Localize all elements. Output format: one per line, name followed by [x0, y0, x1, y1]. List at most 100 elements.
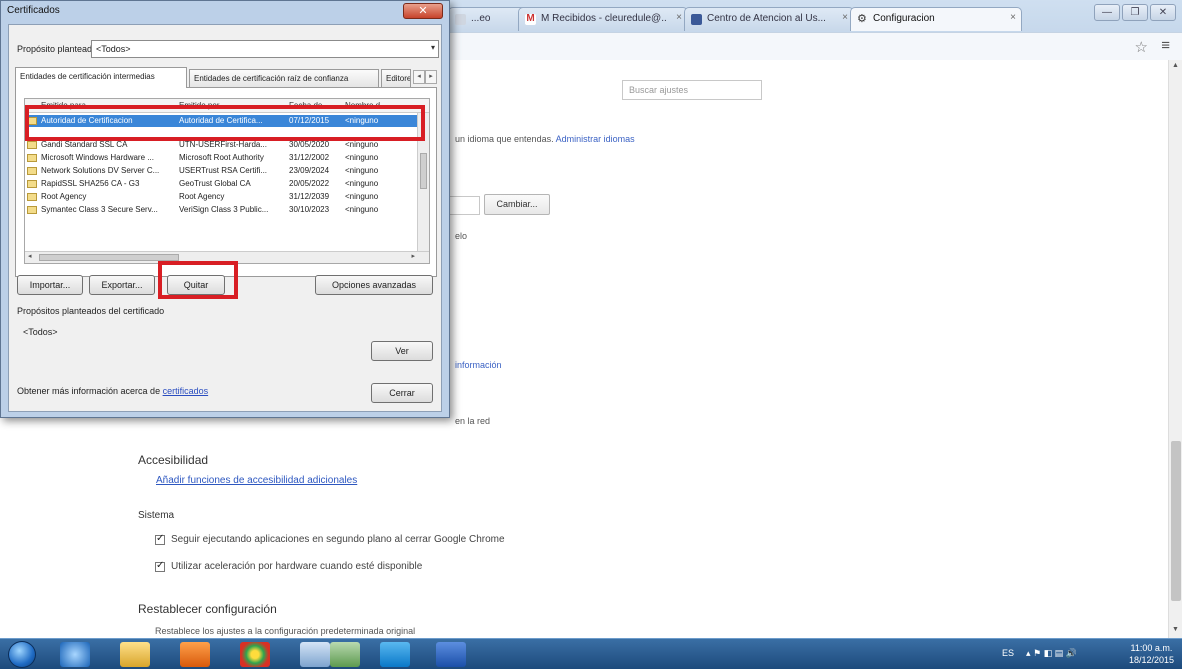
clock-time: 11:00 a.m. — [1130, 643, 1173, 653]
accessibility-link[interactable]: Añadir funciones de accesibilidad adicio… — [156, 475, 357, 486]
purpose-select[interactable]: <Todos> ▾ — [91, 40, 439, 58]
certificate-row[interactable]: Network Solutions DV Server C... USERTru… — [25, 165, 417, 177]
tab-label: Centro de Atencion al Us... — [707, 13, 826, 24]
download-location-field[interactable] — [446, 196, 480, 215]
word-icon[interactable] — [436, 642, 466, 667]
more-info-label: Obtener más información acerca de — [17, 386, 161, 396]
background-apps-option[interactable]: Seguir ejecutando aplicaciones en segund… — [155, 533, 505, 545]
scroll-thumb[interactable] — [420, 153, 427, 189]
change-button[interactable]: Cambiar... — [484, 194, 550, 215]
maximize-button[interactable]: ❐ — [1122, 4, 1148, 21]
tray-icons[interactable]: ▴ ⚑ ◧ ▤ 🔊 — [1026, 648, 1077, 659]
tab-root-authorities[interactable]: Entidades de certificación raíz de confi… — [189, 69, 379, 87]
window-controls: — ❐ ✕ — [1094, 4, 1176, 21]
scroll-down-arrow-icon[interactable]: ▼ — [1172, 626, 1179, 633]
close-window-button[interactable]: ✕ — [1150, 4, 1176, 21]
cert-issued-to: Network Solutions DV Server C... — [41, 166, 160, 175]
page-scrollbar[interactable]: ▲ ▼ — [1168, 60, 1182, 638]
tab-intermediate-authorities[interactable]: Entidades de certificación intermedias — [15, 67, 187, 88]
import-button[interactable]: Importar... — [17, 275, 83, 295]
tab-gmail[interactable]: M M Recibidos - cleuredule@.. × — [518, 7, 688, 31]
advanced-options-button[interactable]: Opciones avanzadas — [315, 275, 433, 295]
dialog-close-button[interactable]: ✕ — [403, 3, 443, 19]
scroll-right-arrow-icon[interactable]: ▸ — [411, 252, 415, 260]
certificate-row[interactable]: Symantec Class 3 Secure Serv... VeriSign… — [25, 204, 417, 216]
gear-icon: ⚙ — [857, 13, 867, 25]
internet-explorer-icon[interactable] — [60, 642, 90, 667]
certificate-icon — [27, 206, 37, 214]
tab-facebook[interactable]: Centro de Atencion al Us... × — [684, 7, 854, 31]
scroll-thumb[interactable] — [39, 254, 179, 261]
close-tab-icon[interactable]: × — [1010, 12, 1016, 23]
checkbox-checked-icon[interactable] — [155, 533, 165, 545]
skype-icon[interactable] — [380, 642, 410, 667]
tab-scroll-right-icon[interactable]: ▸ — [425, 70, 437, 84]
close-button[interactable]: Cerrar — [371, 383, 433, 403]
certificates-dialog: Certificados ✕ Propósito planteado: <Tod… — [0, 0, 450, 418]
scroll-up-arrow-icon[interactable]: ▲ — [1172, 62, 1179, 69]
checkbox-checked-icon[interactable] — [155, 560, 165, 572]
cert-issued-to: Root Agency — [41, 192, 87, 201]
cert-date: 31/12/2039 — [289, 192, 330, 201]
cert-name: <ninguno — [345, 140, 379, 149]
cert-name: <ninguno — [345, 205, 379, 214]
dialog-title: Certificados — [7, 5, 60, 16]
option-label: Seguir ejecutando aplicaciones en segund… — [171, 534, 505, 545]
more-info-text: Obtener más información acerca de certif… — [17, 386, 208, 396]
network-text: en la red — [455, 416, 491, 426]
close-tab-icon[interactable]: × — [676, 12, 682, 23]
certificate-tabs: Entidades de certificación intermedias E… — [15, 67, 437, 88]
language-indicator[interactable]: ES — [1002, 648, 1014, 658]
option-label: Utilizar aceleración por hardware cuando… — [171, 561, 423, 572]
app-icon[interactable] — [300, 642, 330, 667]
scroll-thumb[interactable] — [1171, 441, 1181, 601]
certificate-icon — [27, 180, 37, 188]
tab-label: Configuracion — [873, 13, 935, 24]
screen: ...eo M M Recibidos - cleuredule@.. × Ce… — [0, 0, 1182, 669]
language-text: un idioma que entendas. Administrar idio… — [455, 134, 635, 144]
certificate-row[interactable]: Root Agency Root Agency 31/12/2039 <ning… — [25, 191, 417, 203]
certificate-row[interactable]: Microsoft Windows Hardware ... Microsoft… — [25, 152, 417, 164]
cert-issued-to: Microsoft Windows Hardware ... — [41, 153, 154, 162]
chrome-icon[interactable] — [240, 642, 270, 667]
menu-icon[interactable]: ≡ — [1161, 37, 1170, 54]
app-icon[interactable] — [330, 642, 360, 667]
highlight-box-selected-row — [25, 105, 425, 141]
start-button[interactable] — [8, 641, 36, 668]
file-explorer-icon[interactable] — [120, 642, 150, 667]
manage-languages-link[interactable]: Administrar idiomas — [556, 134, 635, 144]
cert-issued-by: VeriSign Class 3 Public... — [179, 205, 269, 214]
export-button[interactable]: Exportar... — [89, 275, 155, 295]
scroll-left-arrow-icon[interactable]: ◂ — [28, 252, 32, 260]
close-tab-icon[interactable]: × — [842, 12, 848, 23]
cert-issued-by: GeoTrust Global CA — [179, 179, 251, 188]
star-icon[interactable]: ☆ — [1135, 38, 1148, 56]
certificate-icon — [27, 193, 37, 201]
more-info-link[interactable]: información — [455, 360, 502, 370]
cert-issued-by: UTN-USERFirst-Harda... — [179, 140, 268, 149]
certificates-link[interactable]: certificados — [163, 386, 209, 396]
tab-publishers[interactable]: Editore — [381, 69, 411, 87]
cert-name: <ninguno — [345, 153, 379, 162]
page-icon — [455, 14, 466, 25]
purposes-label: Propósitos planteados del certificado — [17, 306, 165, 316]
certificate-row[interactable]: RapidSSL SHA256 CA - G3 GeoTrust Global … — [25, 178, 417, 190]
tab-configuracion[interactable]: ⚙ Configuracion × — [850, 7, 1022, 31]
tab-label: ...eo — [471, 13, 491, 24]
cert-issued-to: RapidSSL SHA256 CA - G3 — [41, 179, 140, 188]
accessibility-title: Accesibilidad — [138, 453, 209, 467]
view-button[interactable]: Ver — [371, 341, 433, 361]
purpose-selected-value: <Todos> — [96, 44, 131, 54]
dialog-body: Propósito planteado: <Todos> ▾ Entidades… — [8, 24, 442, 412]
system-title: Sistema — [138, 510, 175, 521]
media-player-icon[interactable] — [180, 642, 210, 667]
tab-scroll-left-icon[interactable]: ◂ — [413, 70, 425, 84]
hardware-acceleration-option[interactable]: Utilizar aceleración por hardware cuando… — [155, 560, 423, 572]
clock[interactable]: 11:00 a.m. 18/12/2015 — [1129, 642, 1174, 666]
tab-video[interactable]: ...eo — [448, 7, 528, 31]
chevron-down-icon: ▾ — [430, 43, 435, 52]
cert-issued-by: Root Agency — [179, 192, 225, 201]
certificate-icon — [27, 167, 37, 175]
settings-search-input[interactable]: Buscar ajustes — [622, 80, 762, 100]
minimize-button[interactable]: — — [1094, 4, 1120, 21]
